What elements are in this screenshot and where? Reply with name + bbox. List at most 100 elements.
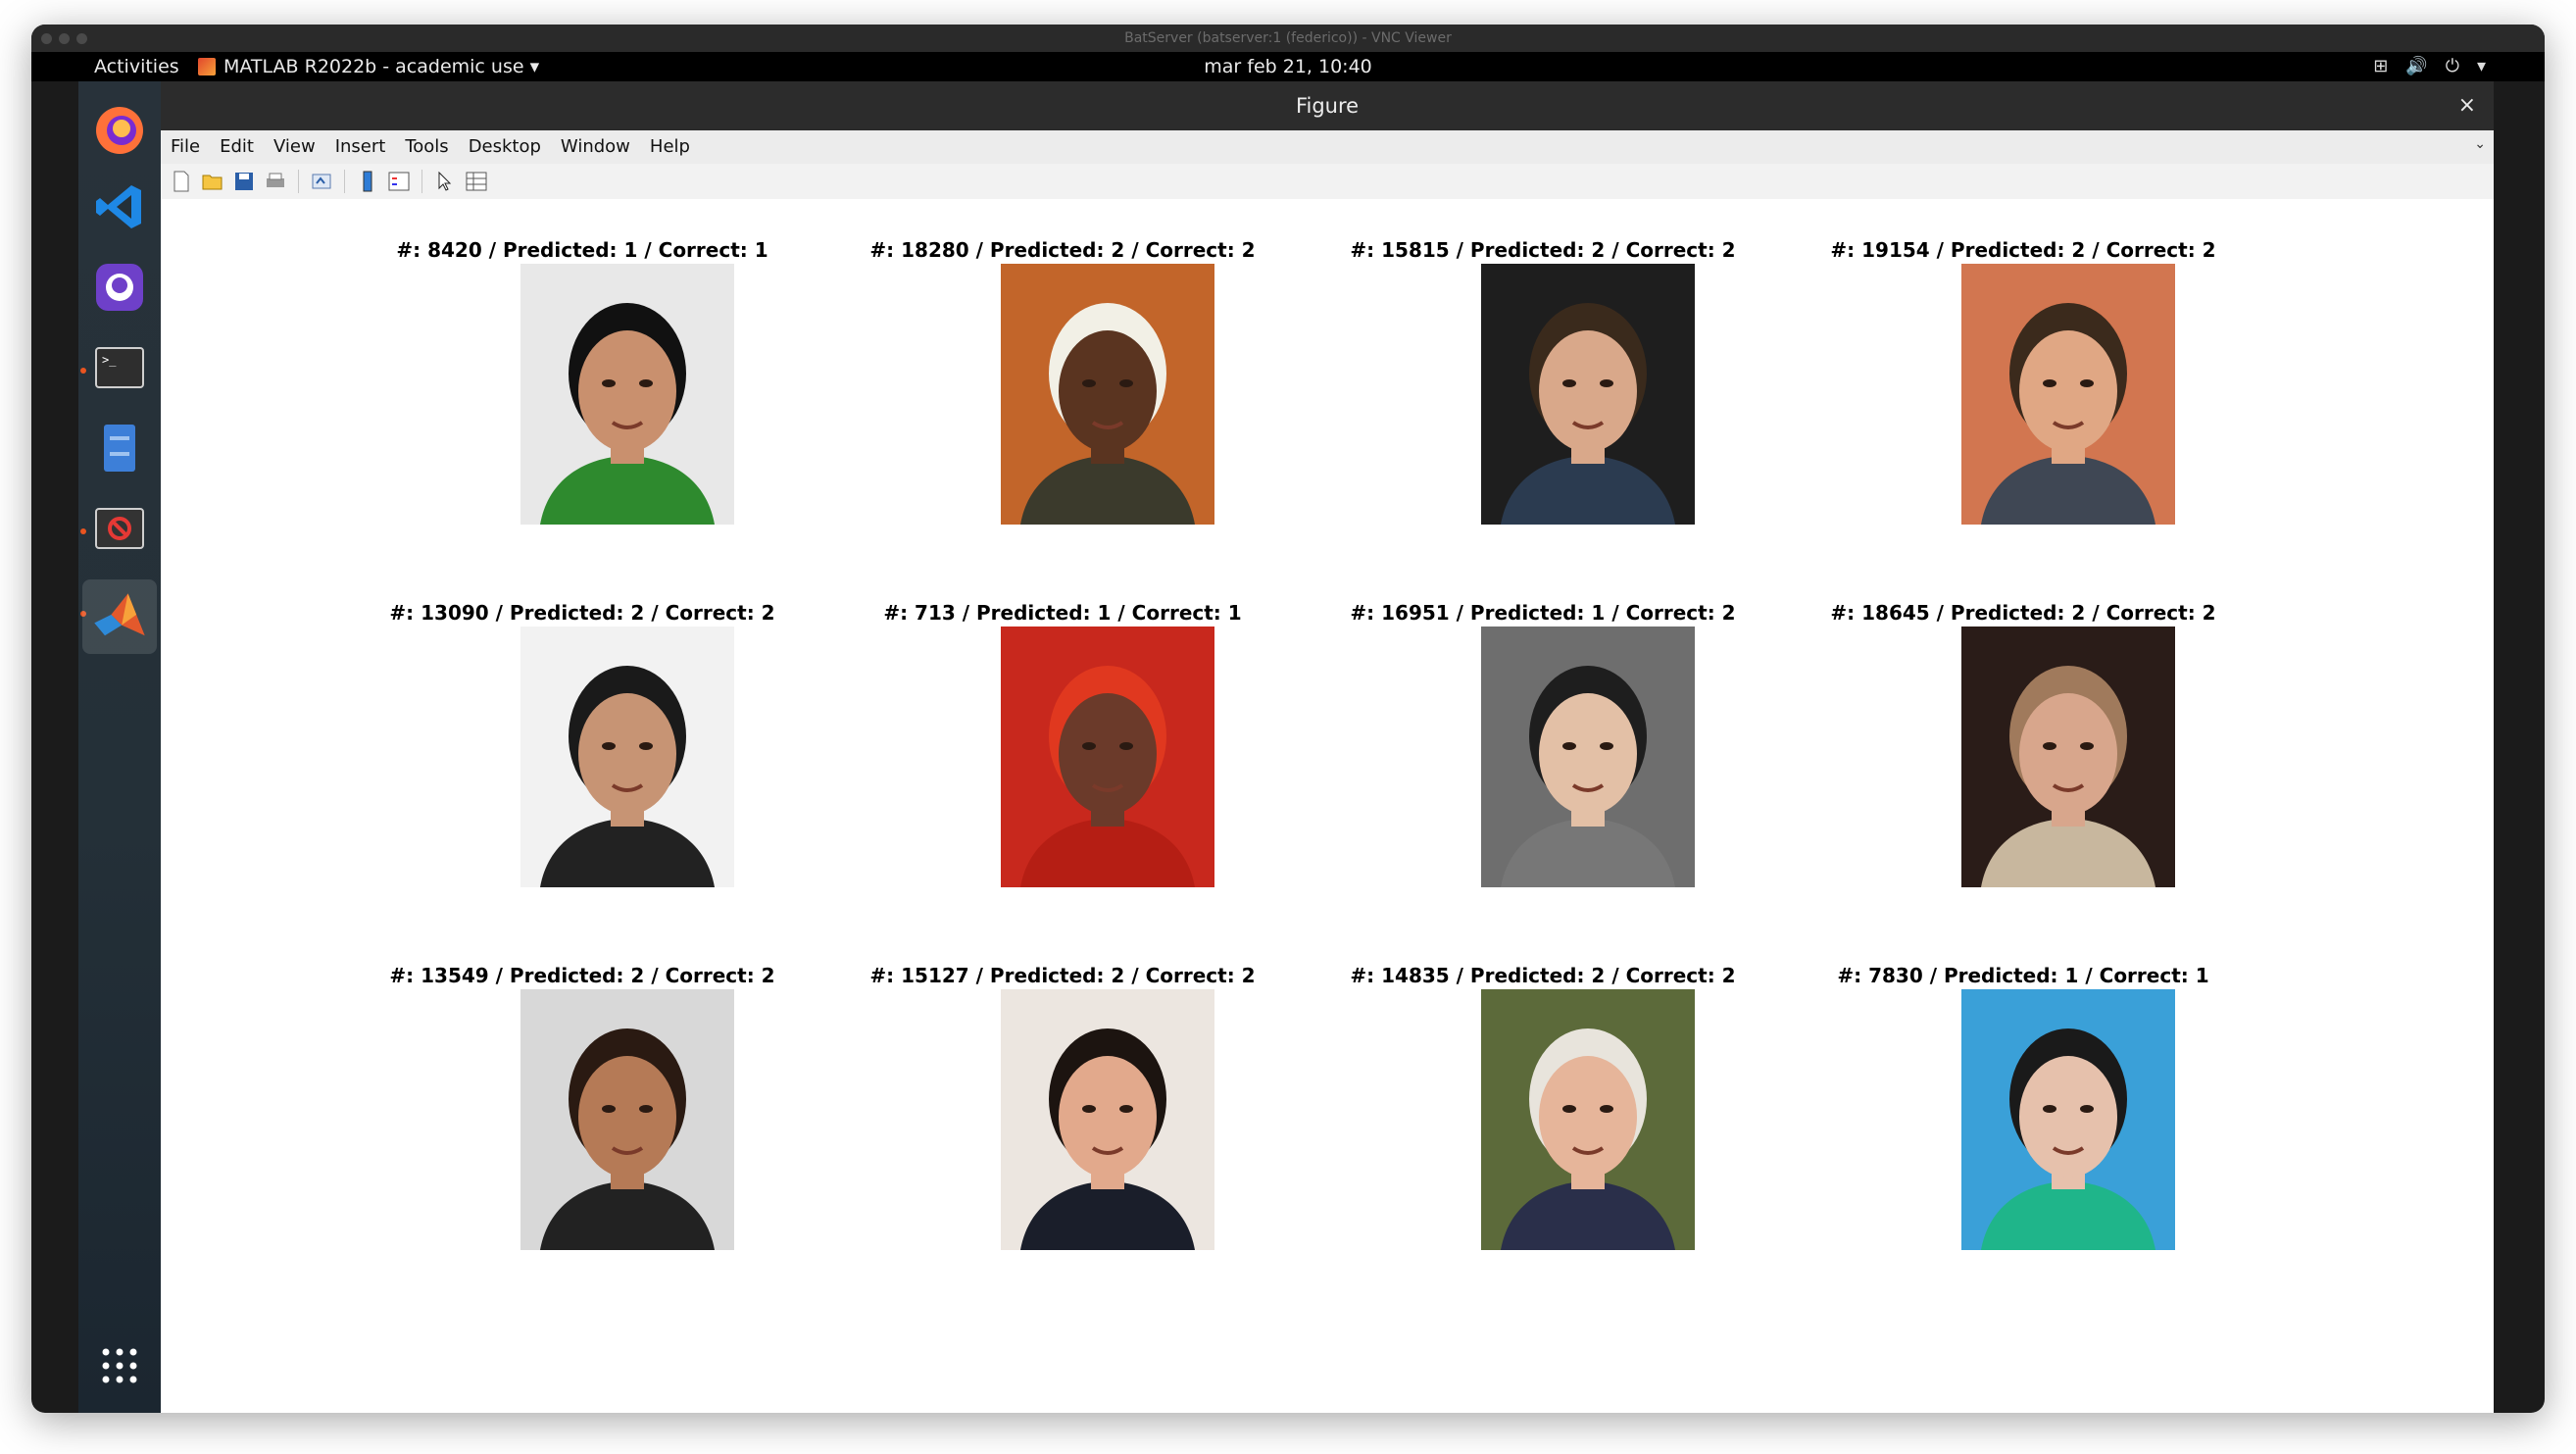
result-title: #: 7830 / Predicted: 1 / Correct: 1 — [1837, 964, 2209, 987]
chevron-down-icon: ▾ — [2476, 56, 2486, 76]
result-title: #: 13090 / Predicted: 2 / Correct: 2 — [389, 601, 775, 625]
matlab-figure-window: Figure × File Edit View Insert Tools Desktop W… — [161, 81, 2494, 1413]
result-cell: #: 18645 / Predicted: 2 / Correct: 2 — [1827, 599, 2219, 887]
figure-canvas[interactable]: #: 8420 / Predicted: 1 / Correct: 1 #: 18… — [161, 199, 2494, 1413]
firefox-icon — [96, 107, 143, 154]
result-cell: #: 7830 / Predicted: 1 / Correct: 1 — [1827, 962, 2219, 1250]
edit-plot-button[interactable] — [432, 169, 458, 194]
figure-menubar: File Edit View Insert Tools Desktop Window Help… — [161, 130, 2494, 165]
face-image — [1961, 264, 2175, 525]
face-image — [1481, 264, 1695, 525]
face-image — [520, 264, 734, 525]
face-image — [1481, 627, 1695, 887]
matlab-icon — [94, 593, 145, 636]
github-desktop-icon — [96, 264, 143, 311]
property-inspector-icon — [466, 172, 487, 191]
vnc-window-title: BatServer (batserver:1 (federico)) - VNC… — [1124, 30, 1452, 46]
insert-colorbar-button[interactable] — [355, 169, 380, 194]
result-title: #: 16951 / Predicted: 1 / Correct: 2 — [1350, 601, 1736, 625]
pointer-arrow-icon — [438, 171, 452, 191]
face-image — [520, 627, 734, 887]
result-title: #: 18280 / Predicted: 2 / Correct: 2 — [869, 238, 1256, 262]
dock-github[interactable] — [90, 258, 149, 317]
network-icon: ⊞ — [2373, 56, 2389, 76]
face-image — [1001, 989, 1214, 1250]
system-tray[interactable]: ⊞ 🔊 ⏻ ▾ — [2373, 52, 2486, 81]
face-image — [1961, 989, 2175, 1250]
expand-menu-icon[interactable]: ⌄ — [2474, 136, 2486, 152]
result-cell: #: 13090 / Predicted: 2 / Correct: 2 — [386, 599, 778, 887]
volume-icon: 🔊 — [2405, 56, 2428, 76]
open-file-button[interactable] — [200, 169, 225, 194]
new-figure-button[interactable] — [169, 169, 194, 194]
print-icon — [267, 173, 284, 187]
dock-vscode[interactable] — [90, 177, 149, 236]
result-title: #: 19154 / Predicted: 2 / Correct: 2 — [1830, 238, 2216, 262]
menu-tools[interactable]: Tools — [395, 130, 458, 164]
result-cell: #: 19154 / Predicted: 2 / Correct: 2 — [1827, 236, 2219, 525]
vnc-titlebar[interactable]: BatServer (batserver:1 (federico)) - VNC… — [31, 25, 2545, 52]
face-image — [1481, 989, 1695, 1250]
menu-file[interactable]: File — [161, 130, 210, 164]
property-inspector-button[interactable] — [464, 169, 489, 194]
menu-desktop[interactable]: Desktop — [459, 130, 551, 164]
save-icon — [235, 173, 253, 190]
gnome-topbar: Activities MATLAB R2022b - academic use … — [31, 52, 2545, 81]
app-grid-icon — [102, 1348, 137, 1383]
vnc-viewer-window: BatServer (batserver:1 (federico)) - VNC… — [31, 25, 2545, 1413]
close-icon[interactable]: × — [2458, 81, 2476, 130]
result-title: #: 14835 / Predicted: 2 / Correct: 2 — [1350, 964, 1736, 987]
result-cell: #: 15127 / Predicted: 2 / Correct: 2 — [867, 962, 1259, 1250]
face-image — [1961, 627, 2175, 887]
figure-titlebar[interactable]: Figure × — [161, 81, 2494, 130]
svg-text:>_: >_ — [102, 353, 117, 367]
result-title: #: 15127 / Predicted: 2 / Correct: 2 — [869, 964, 1256, 987]
legend-icon — [388, 172, 410, 191]
terminal-icon: >_ — [95, 347, 144, 388]
dock: >_ — [78, 81, 161, 1413]
result-cell: #: 713 / Predicted: 1 / Correct: 1 — [867, 599, 1259, 887]
menu-window[interactable]: Window — [551, 130, 640, 164]
toolbar-separator — [298, 170, 299, 193]
dock-terminal[interactable]: >_ — [90, 338, 149, 397]
clock[interactable]: mar feb 21, 10:40 — [31, 52, 2545, 81]
face-image — [1001, 264, 1214, 525]
result-title: #: 18645 / Predicted: 2 / Correct: 2 — [1830, 601, 2216, 625]
result-title: #: 13549 / Predicted: 2 / Correct: 2 — [389, 964, 775, 987]
menu-view[interactable]: View — [264, 130, 325, 164]
figure-title: Figure — [1295, 94, 1360, 118]
dock-firefox[interactable] — [90, 101, 149, 160]
save-figure-button[interactable] — [231, 169, 257, 194]
print-figure-button[interactable] — [263, 169, 288, 194]
figure-toolbar — [161, 164, 2494, 200]
toolbar-separator — [421, 170, 422, 193]
dock-app-grid[interactable] — [90, 1336, 149, 1395]
files-icon — [104, 425, 135, 472]
new-file-icon — [173, 171, 189, 192]
result-cell: #: 18280 / Predicted: 2 / Correct: 2 — [867, 236, 1259, 525]
result-cell: #: 14835 / Predicted: 2 / Correct: 2 — [1347, 962, 1739, 1250]
result-title: #: 713 / Predicted: 1 / Correct: 1 — [883, 601, 1242, 625]
vscode-icon — [96, 185, 141, 228]
result-title: #: 8420 / Predicted: 1 / Correct: 1 — [396, 238, 768, 262]
dock-matlab[interactable] — [82, 579, 157, 654]
result-cell: #: 15815 / Predicted: 2 / Correct: 2 — [1347, 236, 1739, 525]
result-cell: #: 8420 / Predicted: 1 / Correct: 1 — [386, 236, 778, 525]
dock-files[interactable] — [90, 419, 149, 477]
menu-edit[interactable]: Edit — [210, 130, 264, 164]
insert-legend-button[interactable] — [386, 169, 412, 194]
face-image — [1001, 627, 1214, 887]
result-cell: #: 13549 / Predicted: 2 / Correct: 2 — [386, 962, 778, 1250]
menu-insert[interactable]: Insert — [325, 130, 396, 164]
power-icon: ⏻ — [2445, 56, 2459, 76]
result-cell: #: 16951 / Predicted: 1 / Correct: 2 — [1347, 599, 1739, 887]
toolbar-separator — [344, 170, 345, 193]
link-plot-icon — [312, 174, 331, 189]
colorbar-icon — [363, 171, 372, 192]
open-folder-icon — [202, 175, 223, 190]
blocked-app-icon — [95, 508, 144, 549]
dock-blocked-app[interactable] — [90, 499, 149, 558]
menu-help[interactable]: Help — [640, 130, 700, 164]
link-plot-button[interactable] — [309, 169, 334, 194]
result-title: #: 15815 / Predicted: 2 / Correct: 2 — [1350, 238, 1736, 262]
